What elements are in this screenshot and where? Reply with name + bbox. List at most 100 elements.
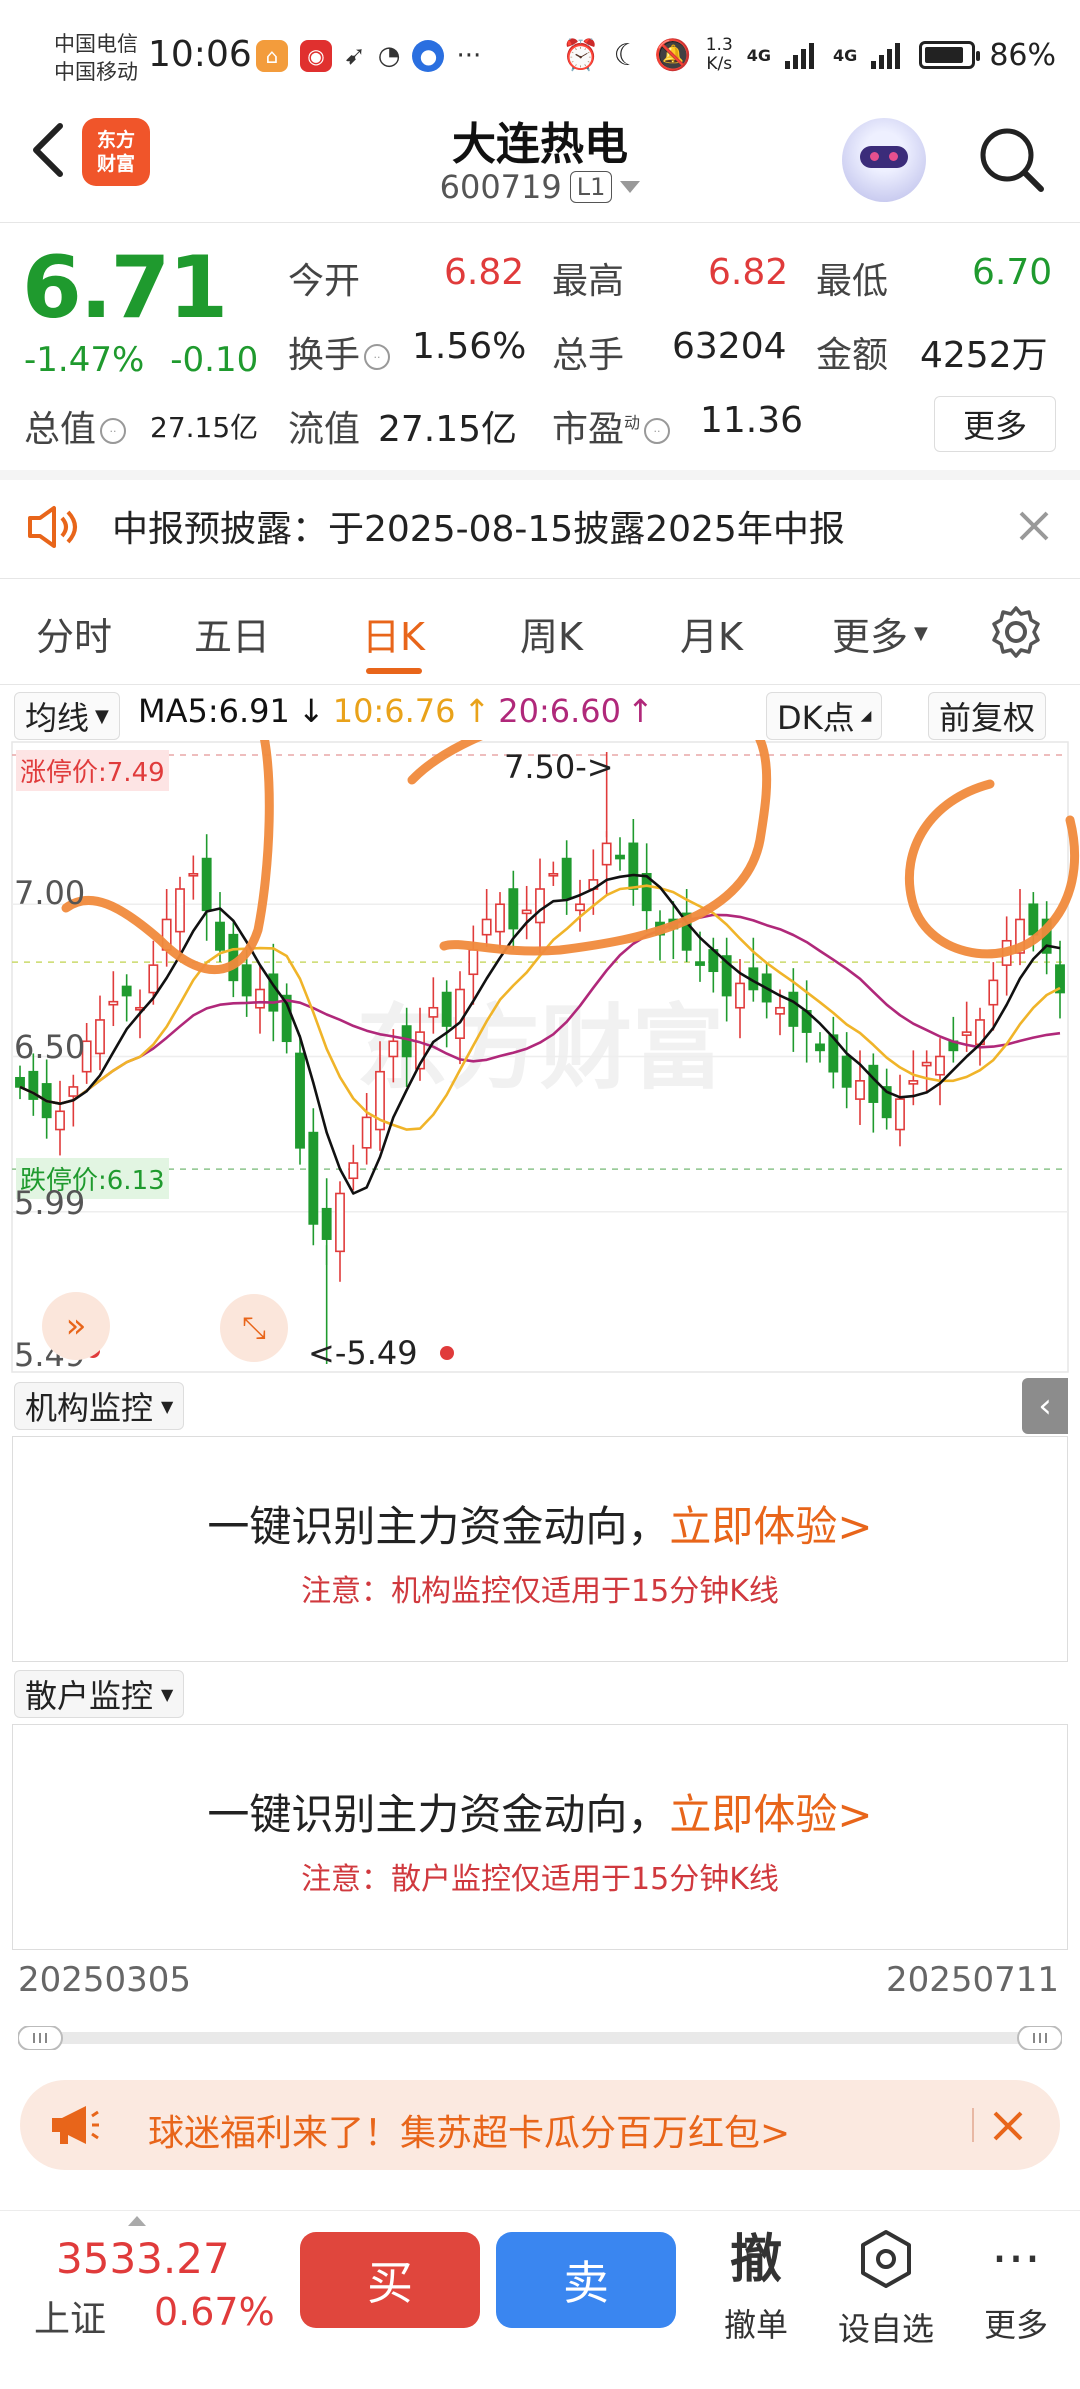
candle-body [201, 857, 212, 912]
index-value[interactable]: 3533.27 [56, 2234, 230, 2283]
candle-body [601, 842, 612, 866]
amount-label: 金额 [816, 335, 889, 376]
more-notifications-icon: ··· [456, 41, 482, 71]
candlestick-chart[interactable]: 东方财富 [0, 740, 1080, 1376]
close-icon[interactable] [992, 2110, 1024, 2142]
change-amount: -0.10 [170, 340, 259, 380]
candle-body [561, 857, 572, 899]
system-status: ⏰ ☾ 🔕 1.3 K/s 4G 4G 86% [562, 36, 1056, 74]
watchlist-icon [861, 2230, 911, 2288]
settings-gear-icon[interactable] [988, 604, 1044, 660]
info-icon: ·· [100, 418, 127, 444]
pe-label[interactable]: 市盈动 ·· [552, 400, 671, 452]
notification-icons: ⌂ ◉ ➹ ◔ ● ··· [256, 40, 481, 72]
range-slider[interactable] [18, 2026, 1062, 2050]
retail-monitor-promo[interactable]: 一键识别主力资金动向，立即体验> [13, 1781, 1067, 1842]
back-icon[interactable] [26, 120, 70, 180]
signal-icon [785, 43, 815, 69]
tab-five-day[interactable]: 五日 [194, 606, 270, 661]
annotation-stroke [904, 779, 1079, 959]
turnover-label[interactable]: 换手 ·· [288, 326, 391, 378]
divider [0, 578, 1080, 579]
fullscreen-icon[interactable]: ⤡ [220, 1294, 288, 1362]
disclosure-notice[interactable]: 中报预披露：于2025-08-15披露2025年中报 [112, 500, 845, 552]
signal-icon [871, 43, 901, 69]
end-date: 20250711 [886, 1960, 1060, 2000]
tab-daily-k[interactable]: 日K [362, 606, 425, 661]
start-date: 20250305 [18, 1960, 192, 2000]
candle-body [241, 964, 252, 997]
collapse-panel-icon[interactable]: ‹ [1022, 1378, 1068, 1434]
net-speed: 1.3 K/s [705, 35, 733, 74]
index-change: 0.67% [154, 2290, 275, 2334]
carrier-info: 中国电信 中国移动 [54, 30, 138, 86]
add-watchlist-button[interactable]: 设自选 [836, 2228, 936, 2350]
candle-body [55, 1110, 65, 1131]
turnover-value: 1.56% [412, 326, 527, 367]
tab-intraday[interactable]: 分时 [36, 606, 112, 661]
market-cap-label[interactable]: 总值 ·· [24, 400, 127, 452]
volume-value: 63204 [672, 326, 787, 367]
candle-body [348, 1162, 359, 1180]
candle-body [521, 909, 532, 915]
dk-point-selector[interactable]: DK点 ◢ [766, 692, 883, 740]
active-tab-indicator [366, 668, 422, 674]
candle-body [215, 921, 225, 951]
open-label: 今开 [288, 261, 361, 302]
open-value: 6.82 [444, 252, 525, 293]
robot-assistant-icon[interactable] [842, 118, 926, 202]
high-marker: 7.50-> [504, 748, 614, 786]
search-icon[interactable] [976, 124, 1046, 194]
candle-body [815, 1043, 825, 1052]
tab-weekly-k[interactable]: 周K [520, 606, 583, 661]
float-cap-label: 流值 [288, 409, 361, 450]
tab-monthly-k[interactable]: 月K [680, 606, 743, 661]
more-actions-button[interactable]: ··· 更多 [966, 2228, 1066, 2346]
signal-1-label: 4G [746, 45, 772, 65]
candle-body [735, 982, 745, 1009]
chevron-up-icon[interactable] [128, 2216, 146, 2226]
close-icon[interactable] [1018, 510, 1050, 542]
megaphone-icon [52, 2106, 99, 2144]
ma10-value: 10:6.76 [332, 692, 456, 730]
candle-body [68, 1086, 79, 1097]
more-quote-button[interactable]: 更多 [934, 396, 1056, 452]
adjustment-selector[interactable]: 前复权 [928, 692, 1047, 740]
stock-code-selector[interactable]: 600719 L1 [340, 168, 740, 206]
institution-monitor-promo[interactable]: 一键识别主力资金动向，立即体验> [13, 1493, 1067, 1554]
blue-app-icon: ● [412, 40, 445, 72]
candle-body [148, 964, 159, 994]
low-value: 6.70 [972, 252, 1053, 293]
stock-name: 大连热电 [452, 119, 628, 170]
high-label: 最高 [552, 261, 625, 302]
eastmoney-logo: 东方 财富 [82, 118, 150, 186]
candle-body [961, 1031, 972, 1036]
high-value: 6.82 [708, 252, 789, 293]
divider [0, 684, 1080, 685]
stock-code: 600719 [439, 168, 562, 206]
indicator-selector[interactable]: 均线 ▼ [14, 692, 120, 740]
carrier-1: 中国电信 [54, 32, 138, 56]
cancel-order-button[interactable]: 撤 撤单 [706, 2228, 806, 2346]
candle-body [468, 949, 479, 976]
candle-body [988, 979, 999, 1006]
institution-monitor-selector[interactable]: 机构监控 ▼ [14, 1382, 185, 1430]
more-dots-icon: ··· [991, 2230, 1041, 2290]
retail-monitor-selector[interactable]: 散户监控 ▼ [14, 1670, 185, 1718]
candle-body [495, 903, 505, 933]
candle-body [775, 1006, 785, 1015]
ma-legend: MA5:6.91 ↓ 10:6.76 ↑ 20:6.60 ↑ [138, 692, 654, 730]
price-change: -1.47% -0.10 [24, 340, 258, 380]
expand-sidebar-icon[interactable]: » [42, 1292, 110, 1360]
amount-value: 4252万 [920, 335, 1048, 376]
sell-button[interactable]: 卖 [496, 2232, 676, 2328]
promo-text[interactable]: 球迷福利来了！集苏超卡瓜分百万红包> [148, 2104, 790, 2156]
divider [0, 470, 1080, 480]
buy-button[interactable]: 买 [300, 2232, 480, 2328]
candle-body [441, 991, 452, 1027]
candle-body [361, 1116, 372, 1149]
divider [0, 222, 1080, 223]
institution-monitor-panel: 一键识别主力资金动向，立即体验> 注意：机构监控仅适用于15分钟K线 [12, 1436, 1068, 1662]
market-cap-value: 27.15亿 [150, 411, 259, 444]
tab-more[interactable]: 更多 ▼ [832, 606, 928, 661]
